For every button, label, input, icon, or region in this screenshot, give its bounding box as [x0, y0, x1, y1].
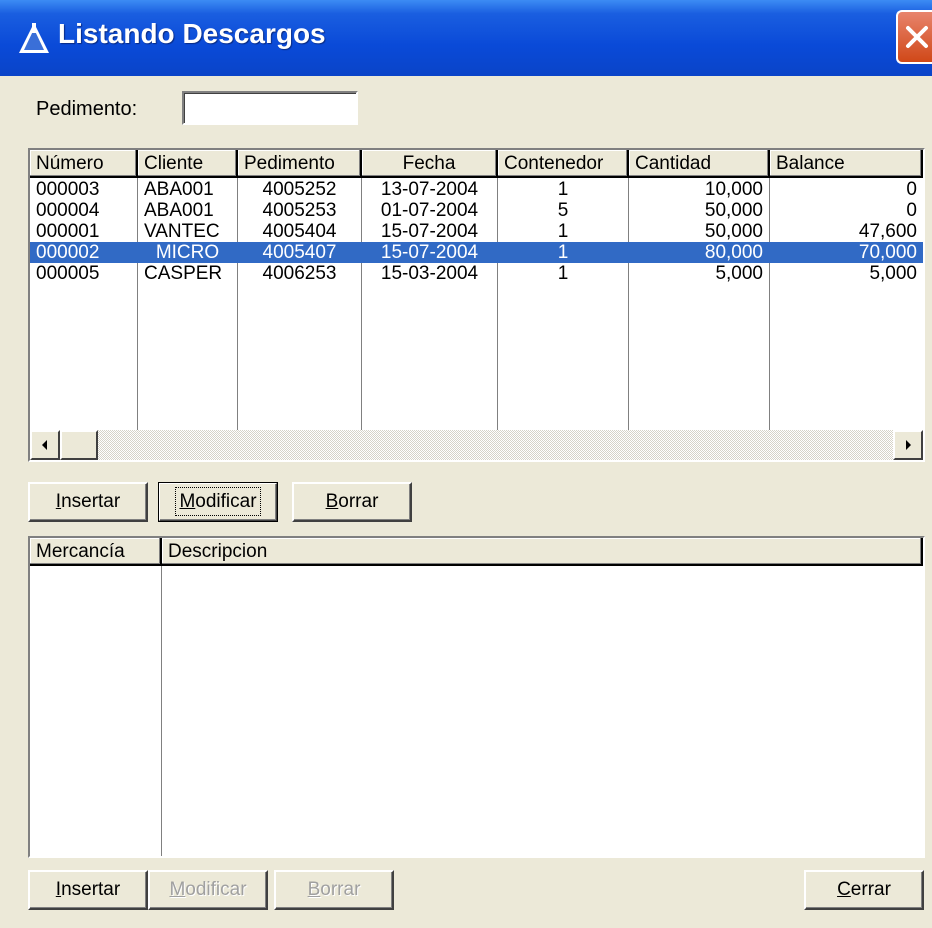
pedimento-label: Pedimento: — [36, 98, 138, 120]
borrar-mercancia-button[interactable]: Borrar — [274, 870, 394, 910]
column-header-pedimento[interactable]: Pedimento — [238, 150, 362, 178]
mercancias-list[interactable]: Mercancía Descripcion — [28, 536, 925, 858]
descargos-list[interactable]: Número Cliente Pedimento Fecha Contenedo… — [28, 148, 925, 462]
column-header-descripcion[interactable]: Descripcion — [162, 538, 923, 566]
column-header-fecha[interactable]: Fecha — [362, 150, 498, 178]
arrow-left-icon — [42, 440, 47, 450]
cerrar-button[interactable]: Cerrar — [804, 870, 924, 910]
close-icon — [906, 26, 928, 48]
scroll-thumb[interactable] — [60, 430, 98, 460]
column-header-cantidad[interactable]: Cantidad — [629, 150, 770, 178]
horizontal-scrollbar[interactable] — [30, 430, 923, 460]
scroll-right-button[interactable] — [893, 430, 923, 460]
table-row[interactable]: 000005 CASPER 4006253 15-03-2004 1 5,000… — [30, 263, 923, 284]
borrar-button[interactable]: Borrar — [292, 482, 412, 522]
title-bar[interactable]: Listando Descargos — [0, 0, 932, 76]
scroll-left-button[interactable] — [30, 430, 60, 460]
descargos-window: Listando Descargos Pedimento: Número Cli… — [0, 0, 932, 928]
arrow-right-icon — [906, 440, 911, 450]
app-icon — [19, 23, 49, 53]
column-header-contenedor[interactable]: Contenedor — [498, 150, 629, 178]
table-row[interactable]: 000001 VANTEC 4005404 15-07-2004 1 50,00… — [30, 221, 923, 242]
table-row[interactable]: 000003 ABA001 4005252 13-07-2004 1 10,00… — [30, 179, 923, 200]
column-header-cliente[interactable]: Cliente — [138, 150, 238, 178]
column-header-numero[interactable]: Número — [30, 150, 138, 178]
pedimento-input[interactable] — [182, 91, 358, 125]
column-header-mercancia[interactable]: Mercancía — [30, 538, 162, 566]
insertar-mercancia-button[interactable]: Insertar — [28, 870, 148, 910]
close-button[interactable] — [896, 10, 932, 64]
modificar-mercancia-button[interactable]: Modificar — [148, 870, 268, 910]
insertar-button[interactable]: Insertar — [28, 482, 148, 522]
table-row-selected[interactable]: 000002 MICRO 4005407 15-07-2004 1 80,000… — [30, 242, 923, 263]
table-row[interactable]: 000004 ABA001 4005253 01-07-2004 5 50,00… — [30, 200, 923, 221]
column-header-balance[interactable]: Balance — [770, 150, 923, 178]
window-title: Listando Descargos — [58, 18, 326, 49]
modificar-button[interactable]: Modificar — [158, 482, 278, 522]
